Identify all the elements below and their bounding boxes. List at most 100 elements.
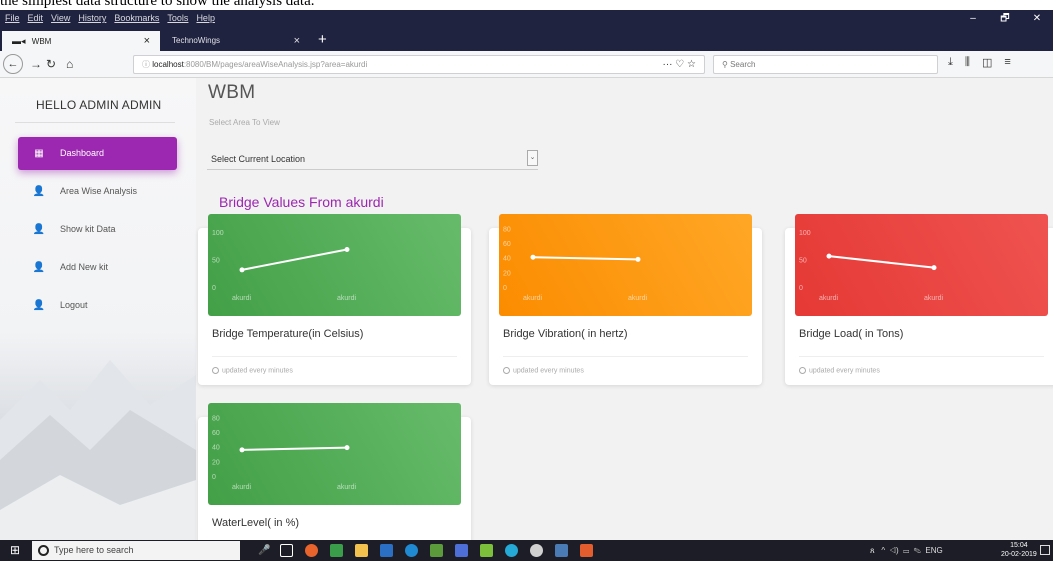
sidebar-item-label: Dashboard	[60, 148, 105, 158]
data-point	[931, 265, 937, 271]
data-point	[530, 254, 536, 260]
y-tick-label: 0	[503, 285, 507, 292]
card-footer: updated every minutes	[503, 367, 584, 374]
app-icon[interactable]	[580, 544, 593, 557]
y-tick-label: 40	[503, 256, 511, 263]
sidebar-item-dashboard[interactable]: ▦ Dashboard	[18, 137, 177, 170]
card-divider	[799, 356, 1044, 357]
browser-icon[interactable]	[405, 544, 418, 557]
app-icon[interactable]	[430, 544, 443, 557]
action-center-icon[interactable]	[1040, 545, 1050, 555]
sidebar-toggle-icon[interactable]: ◫	[982, 56, 992, 69]
sidebar-item-label: Add New kit	[60, 262, 109, 272]
page-actions[interactable]: ··· ♡ ☆	[663, 56, 696, 73]
waterlevel-card: 0 20 40 60 80 akurdi akurdi WaterLevel( in %)	[198, 403, 471, 540]
y-tick-label: 20	[212, 459, 220, 466]
close-window-button[interactable]: ✕	[1021, 10, 1053, 28]
tab-wbm[interactable]: ▬◂ WBM ×	[2, 31, 160, 51]
app-icon[interactable]	[380, 544, 393, 557]
new-tab-button[interactable]: +	[318, 31, 327, 49]
sidebar-item-show-kit-data[interactable]: 👤 Show kit Data	[18, 213, 177, 246]
firefox-icon[interactable]	[305, 544, 318, 557]
x-tick-label: akurdi	[337, 295, 357, 302]
app-icon[interactable]	[480, 544, 493, 557]
bridge-favicon-icon: ▬◂	[12, 36, 26, 46]
load-card: 0 50 100 akurdi akurdi Bridge Load( in Tons)…	[785, 214, 1053, 385]
forward-button[interactable]: →	[30, 56, 42, 72]
menu-view[interactable]: View	[51, 13, 70, 23]
sidebar-divider	[15, 122, 175, 123]
app-icon[interactable]	[455, 544, 468, 557]
x-tick-label: akurdi	[523, 295, 543, 302]
card-divider	[503, 356, 748, 357]
location-select[interactable]: Select Current Location ⌄	[207, 148, 538, 170]
tab-strip: ▬◂ WBM × TechnoWings × +	[0, 28, 1053, 51]
taskbar-clock[interactable]: 15:04 20-02-2019	[1001, 541, 1037, 559]
settings-icon[interactable]	[530, 544, 543, 557]
footer-text: updated every minutes	[222, 367, 293, 375]
pen-icon[interactable]: ✎	[914, 546, 921, 555]
restore-button[interactable]: 🗗	[989, 10, 1021, 28]
sidebar-item-add-new-kit[interactable]: 👤 Add New kit	[18, 251, 177, 284]
tab-close-button[interactable]: ×	[294, 31, 300, 51]
x-tick-label: akurdi	[819, 295, 839, 302]
tab-label: TechnoWings	[172, 36, 221, 45]
reload-button[interactable]: ↻	[46, 56, 56, 72]
y-tick-label: 50	[799, 258, 807, 265]
x-tick-label: akurdi	[232, 484, 252, 491]
windows-start-icon[interactable]: ⊞	[10, 544, 20, 557]
web-page: HELLO ADMIN ADMIN ▦ Dashboard 👤 Area Wise …	[0, 78, 1053, 540]
arduino-icon[interactable]	[505, 544, 518, 557]
person-icon: 👤	[32, 262, 46, 273]
windows-taskbar: ⊞ Type here to search 🎤 ጸ ^ ◁) ▭ ✎ ENG 1…	[0, 540, 1053, 561]
menu-file[interactable]: File	[5, 13, 20, 23]
app-icon[interactable]	[330, 544, 343, 557]
taskbar-search-input[interactable]: Type here to search	[32, 541, 240, 560]
chevron-down-icon[interactable]: ⌄	[527, 150, 538, 166]
x-tick-label: akurdi	[232, 295, 252, 302]
y-tick-label: 0	[212, 285, 216, 292]
y-tick-label: 20	[503, 270, 511, 277]
downloads-icon[interactable]: ⤓	[948, 56, 953, 69]
file-explorer-icon[interactable]	[355, 544, 368, 557]
network-icon[interactable]: ▭	[903, 546, 909, 555]
y-tick-label: 100	[212, 230, 224, 237]
waterlevel-chart: 0 20 40 60 80 akurdi akurdi	[208, 403, 461, 505]
sidebar-item-area-wise-analysis[interactable]: 👤 Area Wise Analysis	[18, 175, 177, 208]
menu-bookmarks[interactable]: Bookmarks	[114, 13, 159, 23]
vibration-chart: 0 20 40 60 80 akurdi akurdi	[499, 214, 752, 316]
task-view-icon[interactable]	[280, 544, 293, 557]
menu-icon[interactable]: ≡	[1004, 56, 1010, 69]
menu-edit[interactable]: Edit	[28, 13, 44, 23]
home-icon[interactable]: ⌂	[66, 56, 73, 72]
series-line	[532, 256, 639, 261]
tab-technowings[interactable]: TechnoWings ×	[162, 31, 310, 51]
library-icon[interactable]: ⫼	[965, 56, 970, 69]
sidebar: HELLO ADMIN ADMIN ▦ Dashboard 👤 Area Wise …	[0, 78, 196, 540]
data-point	[826, 253, 832, 259]
series-line	[241, 248, 348, 271]
sidebar-item-logout[interactable]: 👤 Logout	[18, 289, 177, 322]
people-icon[interactable]: ጸ	[870, 546, 875, 555]
admin-greeting: HELLO ADMIN ADMIN	[36, 98, 162, 112]
search-input[interactable]: ⚲ Search	[713, 55, 938, 74]
url-host: localhost	[152, 60, 184, 69]
language-indicator[interactable]: ENG	[925, 546, 942, 555]
chevron-up-icon[interactable]: ^	[881, 546, 885, 555]
location-select-value: Select Current Location	[211, 154, 306, 164]
url-bar[interactable]: ⓘ localhost:8080/BM/pages/areaWiseAnalys…	[133, 55, 705, 74]
page-title: WBM	[208, 82, 256, 103]
person-icon: 👤	[32, 186, 46, 197]
volume-icon[interactable]: ◁)	[890, 546, 899, 555]
microphone-icon[interactable]: 🎤	[258, 544, 271, 557]
menu-history[interactable]: History	[78, 13, 106, 23]
tab-close-button[interactable]: ×	[144, 31, 150, 51]
menu-tools[interactable]: Tools	[167, 13, 188, 23]
series-line	[241, 446, 348, 451]
minimize-button[interactable]: –	[957, 10, 989, 28]
app-icon[interactable]	[555, 544, 568, 557]
menu-help[interactable]: Help	[196, 13, 215, 23]
back-button[interactable]: ←	[3, 54, 23, 74]
data-point	[239, 447, 245, 453]
card-title: Bridge Load( in Tons)	[799, 328, 904, 340]
